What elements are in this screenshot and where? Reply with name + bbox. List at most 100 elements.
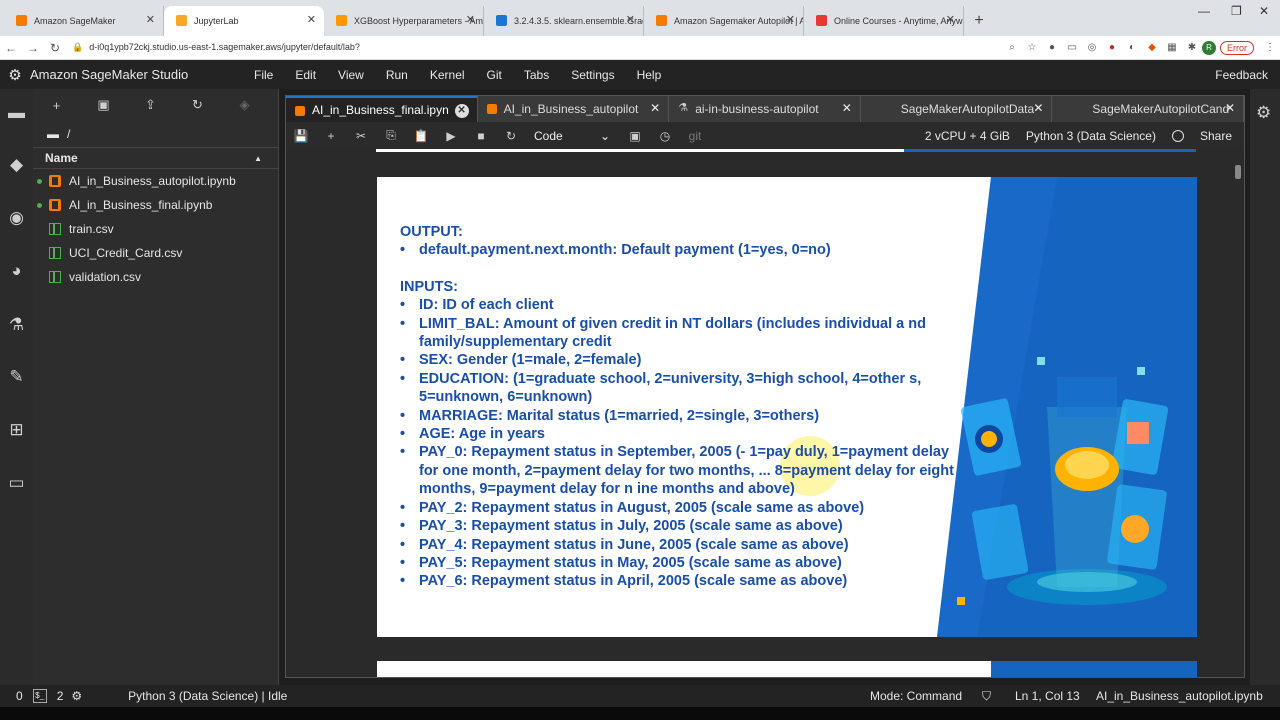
- tabs-icon[interactable]: ▭: [0, 473, 33, 493]
- maximize-button[interactable]: ❐: [1231, 4, 1242, 18]
- menu-item-file[interactable]: File: [243, 68, 284, 82]
- new-folder-icon[interactable]: ▣: [80, 97, 127, 113]
- wrench-icon[interactable]: ✎: [0, 367, 33, 387]
- browser-tab[interactable]: JupyterLab ✕: [164, 6, 324, 36]
- stop-circle-icon[interactable]: ◉: [0, 208, 33, 228]
- git-label[interactable]: git: [680, 129, 710, 143]
- menu-item-edit[interactable]: Edit: [284, 68, 327, 82]
- tab-close-icon[interactable]: ✕: [146, 13, 155, 26]
- browser-tab[interactable]: XGBoost Hyperparameters - Ama ✕: [324, 6, 484, 36]
- kernel-count[interactable]: 2: [57, 689, 64, 703]
- extension-icon[interactable]: ◐: [1122, 42, 1142, 53]
- new-tab-button[interactable]: +: [964, 6, 994, 36]
- breadcrumb-path[interactable]: /: [67, 127, 70, 141]
- close-icon[interactable]: ✕: [1033, 101, 1043, 115]
- back-icon[interactable]: ←: [0, 41, 22, 55]
- puzzle-icon[interactable]: ✱: [1182, 42, 1202, 53]
- profile-avatar[interactable]: R: [1202, 40, 1216, 55]
- file-item[interactable]: validation.csv: [33, 265, 278, 289]
- share-button[interactable]: Share: [1200, 129, 1232, 143]
- terminal-icon[interactable]: ▣: [620, 129, 650, 143]
- grid-icon[interactable]: ▦: [1162, 42, 1182, 53]
- terminal-icon[interactable]: $_: [32, 689, 47, 703]
- tab-close-icon[interactable]: ✕: [786, 13, 795, 26]
- upload-icon[interactable]: ⇪: [127, 97, 174, 113]
- folder-icon[interactable]: ▬: [47, 127, 59, 141]
- menu-item-git[interactable]: Git: [476, 68, 513, 82]
- bookmark-star-icon[interactable]: ☆: [1022, 42, 1042, 53]
- gear-icon[interactable]: ⚙: [1256, 103, 1271, 123]
- extension-icon[interactable]: ●: [1102, 42, 1122, 53]
- document-tab[interactable]: AI_in_Business_final.ipyn ✕: [286, 96, 478, 122]
- zoom-icon[interactable]: ⌕: [1002, 42, 1022, 53]
- file-item[interactable]: UCI_Credit_Card.csv: [33, 241, 278, 265]
- feedback-button[interactable]: Feedback: [1215, 68, 1268, 82]
- notebook-content[interactable]: OUTPUT: default.payment.next.month: Defa…: [286, 149, 1244, 677]
- browser-tab[interactable]: Amazon Sagemaker Autopilot | A ✕: [644, 6, 804, 36]
- save-icon[interactable]: 💾: [286, 129, 316, 143]
- extension-icon[interactable]: ▭: [1062, 42, 1082, 53]
- extension-icon[interactable]: ◆: [1142, 42, 1162, 53]
- file-item[interactable]: AI_in_Business_final.ipynb: [33, 193, 278, 217]
- url-field[interactable]: 🔒 d-i0q1ypb72ckj.studio.us-east-1.sagemak…: [72, 42, 1002, 53]
- cut-icon[interactable]: ✂: [346, 129, 376, 143]
- terminal-count[interactable]: 0: [16, 689, 23, 703]
- shield-icon[interactable]: ⛉: [982, 689, 991, 704]
- copy-icon[interactable]: ⎘: [376, 128, 406, 143]
- file-item[interactable]: train.csv: [33, 217, 278, 241]
- tab-close-icon[interactable]: ✕: [946, 13, 955, 26]
- menu-item-tabs[interactable]: Tabs: [513, 68, 560, 82]
- error-button[interactable]: Error: [1220, 40, 1254, 55]
- menu-item-kernel[interactable]: Kernel: [419, 68, 476, 82]
- tab-close-icon[interactable]: ✕: [307, 13, 316, 26]
- menu-item-view[interactable]: View: [327, 68, 375, 82]
- reload-icon[interactable]: ↻: [44, 41, 66, 55]
- folder-icon[interactable]: ▬: [0, 103, 33, 123]
- flask-icon[interactable]: ⚗: [0, 315, 33, 335]
- cursor-position[interactable]: Ln 1, Col 13: [1015, 689, 1080, 703]
- network-icon[interactable]: ⊞: [0, 420, 33, 440]
- close-icon[interactable]: ✕: [650, 101, 660, 115]
- git-icon[interactable]: ◆: [0, 155, 33, 175]
- notebook-scrollbar[interactable]: [1232, 149, 1244, 677]
- refresh-icon[interactable]: ↻: [174, 97, 221, 113]
- tab-close-icon[interactable]: ✕: [626, 13, 635, 26]
- browser-tab[interactable]: Online Courses - Anytime, Anywh ✕: [804, 6, 964, 36]
- close-icon[interactable]: ✕: [454, 104, 469, 118]
- instance-type[interactable]: 2 vCPU + 4 GiB: [925, 129, 1010, 143]
- forward-icon[interactable]: →: [22, 41, 44, 55]
- document-tab[interactable]: SageMakerAutopilotData ✕: [861, 96, 1053, 122]
- file-list-header[interactable]: Name ▲: [33, 147, 278, 169]
- minimize-button[interactable]: —: [1198, 4, 1210, 18]
- file-item[interactable]: AI_in_Business_autopilot.ipynb: [33, 169, 278, 193]
- browser-tab[interactable]: 3.2.4.3.5. sklearn.ensemble.Gradi ✕: [484, 6, 644, 36]
- close-icon[interactable]: ✕: [842, 101, 852, 115]
- palette-icon[interactable]: ◕: [0, 261, 33, 281]
- document-tab[interactable]: AI_in_Business_autopilot ✕: [478, 96, 670, 122]
- menu-item-settings[interactable]: Settings: [560, 68, 625, 82]
- extension-icon[interactable]: ◎: [1082, 42, 1102, 53]
- window-close-button[interactable]: ✕: [1259, 4, 1269, 18]
- document-tab[interactable]: SageMakerAutopilotCand ✕: [1052, 96, 1245, 122]
- tab-close-icon[interactable]: ✕: [466, 13, 475, 26]
- scrollbar-thumb[interactable]: [1235, 165, 1241, 179]
- name-column-header[interactable]: Name: [45, 151, 78, 165]
- insert-cell-icon[interactable]: +: [316, 129, 346, 143]
- cell-type-select[interactable]: Code ⌄: [534, 129, 610, 143]
- mode-indicator[interactable]: Mode: Command: [870, 689, 962, 703]
- kernel-status[interactable]: Python 3 (Data Science) | Idle: [128, 689, 287, 703]
- stop-icon[interactable]: ■: [466, 129, 496, 143]
- browser-menu-icon[interactable]: ⋮: [1260, 42, 1280, 53]
- menu-item-help[interactable]: Help: [626, 68, 673, 82]
- git-clone-icon[interactable]: ◈: [221, 97, 268, 113]
- run-icon[interactable]: ▶: [436, 129, 466, 143]
- kernel-gear-icon[interactable]: ⚙: [71, 689, 82, 703]
- restart-icon[interactable]: ↻: [496, 129, 526, 143]
- menu-item-run[interactable]: Run: [375, 68, 419, 82]
- kernel-name[interactable]: Python 3 (Data Science): [1026, 129, 1156, 143]
- paste-icon[interactable]: 📋: [406, 129, 436, 143]
- extension-icon[interactable]: ●: [1042, 42, 1062, 53]
- clock-icon[interactable]: ◷: [650, 129, 680, 143]
- new-launcher-icon[interactable]: +: [33, 98, 80, 113]
- browser-tab[interactable]: Amazon SageMaker ✕: [4, 6, 164, 36]
